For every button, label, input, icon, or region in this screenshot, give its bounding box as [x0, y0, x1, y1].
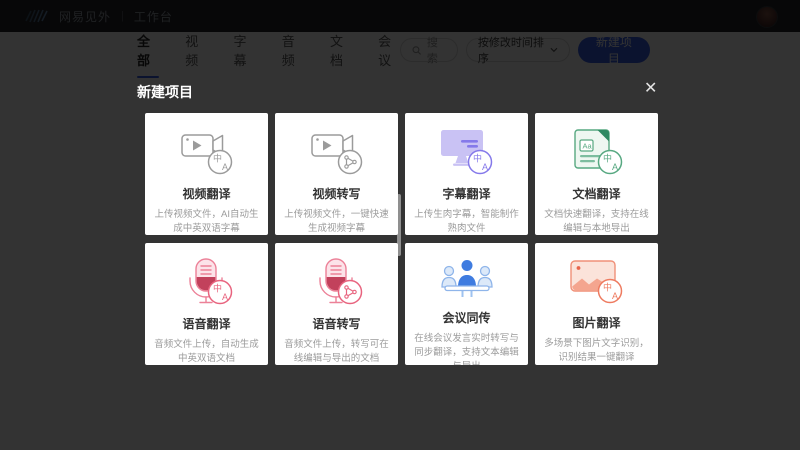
- video-transcribe-icon: [309, 128, 365, 176]
- document-translate-icon: Aa 中 A: [569, 128, 625, 176]
- audio-transcribe-icon: [309, 258, 365, 306]
- card-title: 视频转写: [312, 185, 360, 202]
- card-subtitle-translate[interactable]: 中 A 字幕翻译 上传生肉字幕，智能制作熟肉文件: [405, 113, 528, 235]
- card-desc: 音频文件上传，转写可在线编辑与导出的文档: [275, 338, 398, 365]
- card-desc: 在线会议发言实时转写与同步翻译，支持文本编辑与导出: [405, 332, 528, 365]
- card-desc: 上传生肉字幕，智能制作熟肉文件: [405, 208, 528, 235]
- card-title: 语音转写: [312, 315, 360, 332]
- card-title: 视频翻译: [182, 185, 230, 202]
- meeting-interpret-icon: [439, 258, 495, 300]
- card-title: 会议同传: [442, 309, 490, 326]
- card-title: 字幕翻译: [442, 185, 490, 202]
- card-desc: 上传视频文件，AI自动生成中英双语字幕: [145, 208, 268, 235]
- card-video-translate[interactable]: 中 A 视频翻译 上传视频文件，AI自动生成中英双语字幕: [145, 113, 268, 235]
- app-window: 网易见外 | 工作台 全部 视频 字幕 音频 文档 会议 搜索 按修改时间排序: [0, 0, 800, 450]
- modal-title: 新建项目: [137, 82, 193, 102]
- svg-text:A: A: [222, 162, 228, 172]
- subtitle-translate-icon: 中 A: [439, 128, 495, 176]
- scrollbar-thumb[interactable]: [397, 194, 401, 256]
- card-desc: 文档快速翻译，支持在线编辑与本地导出: [535, 208, 658, 235]
- card-meeting-interpret[interactable]: 会议同传 在线会议发言实时转写与同步翻译，支持文本编辑与导出: [405, 243, 528, 365]
- card-desc: 上传视频文件，一键快速生成视频字幕: [275, 208, 398, 235]
- card-audio-translate[interactable]: 中 A 语音翻译 音频文件上传，自动生成中英双语文档: [145, 243, 268, 365]
- svg-text:中: 中: [213, 283, 222, 294]
- card-image-translate[interactable]: 中 A 图片翻译 多场景下图片文字识别，识别结果一键翻译: [535, 243, 658, 365]
- audio-translate-icon: 中 A: [179, 258, 235, 306]
- svg-text:A: A: [482, 162, 488, 172]
- svg-text:中: 中: [603, 282, 612, 293]
- card-audio-transcribe[interactable]: 语音转写 音频文件上传，转写可在线编辑与导出的文档: [275, 243, 398, 365]
- svg-text:A: A: [612, 291, 618, 301]
- svg-text:A: A: [612, 162, 618, 172]
- card-desc: 多场景下图片文字识别，识别结果一键翻译: [535, 337, 658, 365]
- svg-text:中: 中: [603, 153, 612, 164]
- card-document-translate[interactable]: Aa 中 A 文档翻译 文档快速翻译，支持在线编辑与本地导出: [535, 113, 658, 235]
- svg-text:中: 中: [473, 153, 482, 164]
- project-type-grid: 中 A 视频翻译 上传视频文件，AI自动生成中英双语字幕: [145, 113, 658, 365]
- card-desc: 音频文件上传，自动生成中英双语文档: [145, 338, 268, 365]
- card-video-transcribe[interactable]: 视频转写 上传视频文件，一键快速生成视频字幕: [275, 113, 398, 235]
- card-title: 语音翻译: [182, 315, 230, 332]
- video-translate-icon: 中 A: [179, 128, 235, 176]
- close-icon[interactable]: ✕: [644, 81, 657, 97]
- new-project-modal: 新建项目 ✕ 中 A 视频翻译 上传视频文件，AI自动生成中: [0, 0, 800, 450]
- card-title: 文档翻译: [572, 185, 620, 202]
- svg-text:A: A: [222, 292, 228, 302]
- svg-text:Aa: Aa: [582, 142, 592, 151]
- card-title: 图片翻译: [572, 314, 620, 331]
- svg-text:中: 中: [213, 153, 222, 164]
- image-translate-icon: 中 A: [569, 258, 625, 305]
